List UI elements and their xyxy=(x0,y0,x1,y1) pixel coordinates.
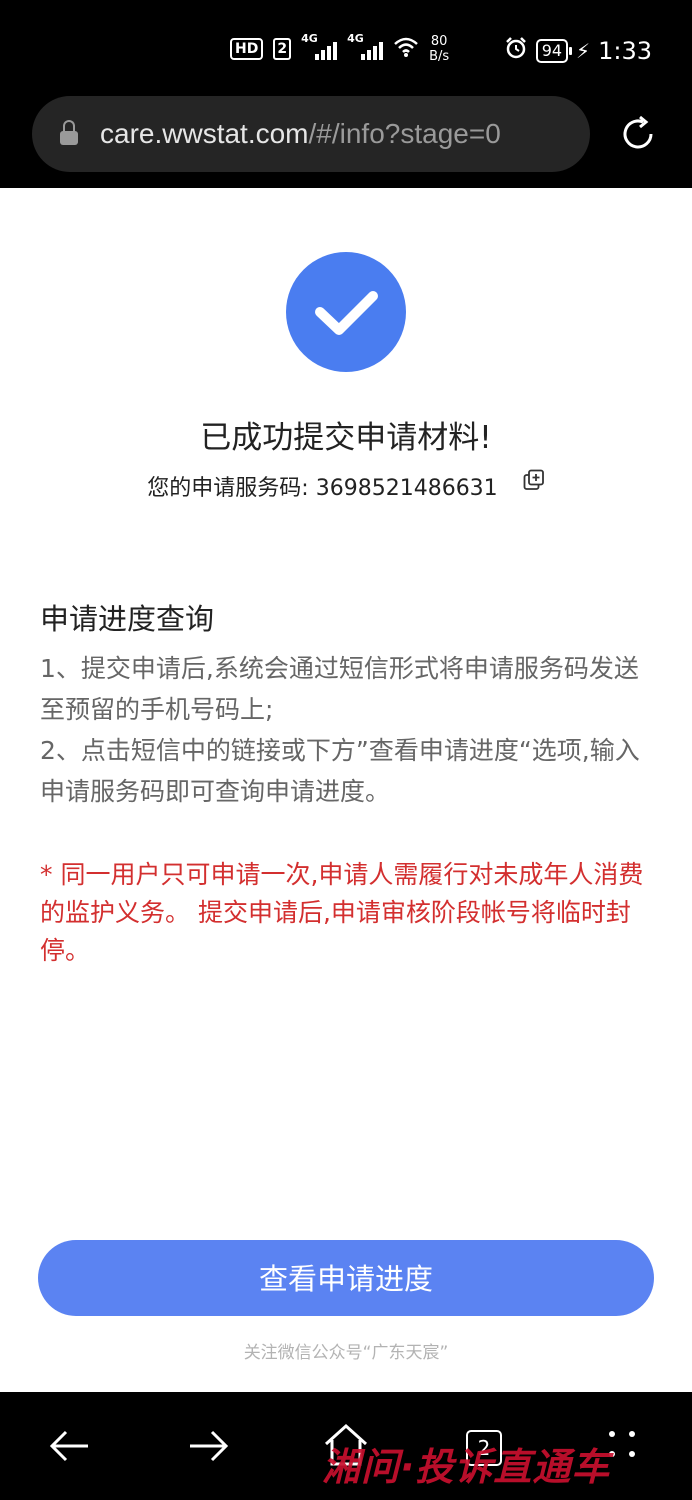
section-title: 申请进度查询 xyxy=(40,602,215,636)
lock-icon xyxy=(60,120,78,145)
service-code-row: 您的申请服务码: 3698521486631 xyxy=(0,469,692,503)
alarm-icon xyxy=(504,36,528,66)
sim-badge: 2 xyxy=(273,38,292,60)
wifi-icon xyxy=(393,36,419,63)
success-check-icon xyxy=(286,252,406,372)
speed-unit: B/s xyxy=(429,49,450,64)
back-arrow-icon[interactable] xyxy=(48,1420,92,1476)
url-path: /#/info?stage=0 xyxy=(308,118,501,149)
footer-note: 关注微信公众号“广东天宸” xyxy=(243,1343,449,1363)
service-code-value: 3698521486631 xyxy=(315,476,498,501)
service-code-label: 您的申请服务码: xyxy=(147,476,309,501)
url-text[interactable]: care.wwstat.com/#/info?stage=0 xyxy=(100,118,560,150)
network-type-2: 4G xyxy=(347,32,364,45)
url-host: care.wwstat.com xyxy=(100,118,309,149)
network-speed: 80 B/s xyxy=(429,34,449,64)
browser-nav-bar: 2 湘问·投诉直通车 xyxy=(0,1392,692,1500)
reload-icon[interactable] xyxy=(618,114,658,154)
watermark-logo: 湘问·投诉直通车 xyxy=(322,1445,611,1489)
view-progress-button[interactable]: 查看申请进度 xyxy=(38,1240,654,1316)
speed-value: 80 xyxy=(430,34,448,49)
signal-icon-2: 4G xyxy=(347,32,384,60)
copy-icon[interactable] xyxy=(523,469,545,497)
page-content: 已成功提交申请材料! 您的申请服务码: 3698521486631 申请进度查询… xyxy=(0,188,692,1392)
browser-toolbar: care.wwstat.com/#/info?stage=0 xyxy=(0,96,692,188)
charging-icon: ⚡ xyxy=(576,39,591,63)
forward-arrow-icon[interactable] xyxy=(186,1420,230,1476)
status-bar: HD 2 4G 4G 80 B/s 94 ⚡ 1:33 xyxy=(0,0,692,96)
step-2: 2、点击短信中的链接或下方”查看申请进度“选项,输入申请服务码即可查询申请进度。 xyxy=(40,736,640,806)
success-title: 已成功提交申请材料! xyxy=(200,420,492,456)
step-1: 1、提交申请后,系统会通过短信形式将申请服务码发送至预留的手机号码上; xyxy=(40,654,639,724)
warning-note: * 同一用户只可申请一次,申请人需履行对未成年人消费的监护义务。 提交申请后,申… xyxy=(40,860,644,965)
hd-badge: HD xyxy=(230,38,264,60)
status-right: 94 ⚡ 1:33 xyxy=(504,36,652,66)
status-left: HD 2 4G 4G 80 B/s xyxy=(230,32,449,64)
signal-icon: 4G xyxy=(301,32,338,60)
battery-icon: 94 xyxy=(535,39,573,63)
instructions: 1、提交申请后,系统会通过短信形式将申请服务码发送至预留的手机号码上; 2、点击… xyxy=(40,648,660,812)
address-bar[interactable]: care.wwstat.com/#/info?stage=0 xyxy=(32,96,590,172)
clock: 1:33 xyxy=(598,37,652,65)
network-type-1: 4G xyxy=(301,32,318,45)
